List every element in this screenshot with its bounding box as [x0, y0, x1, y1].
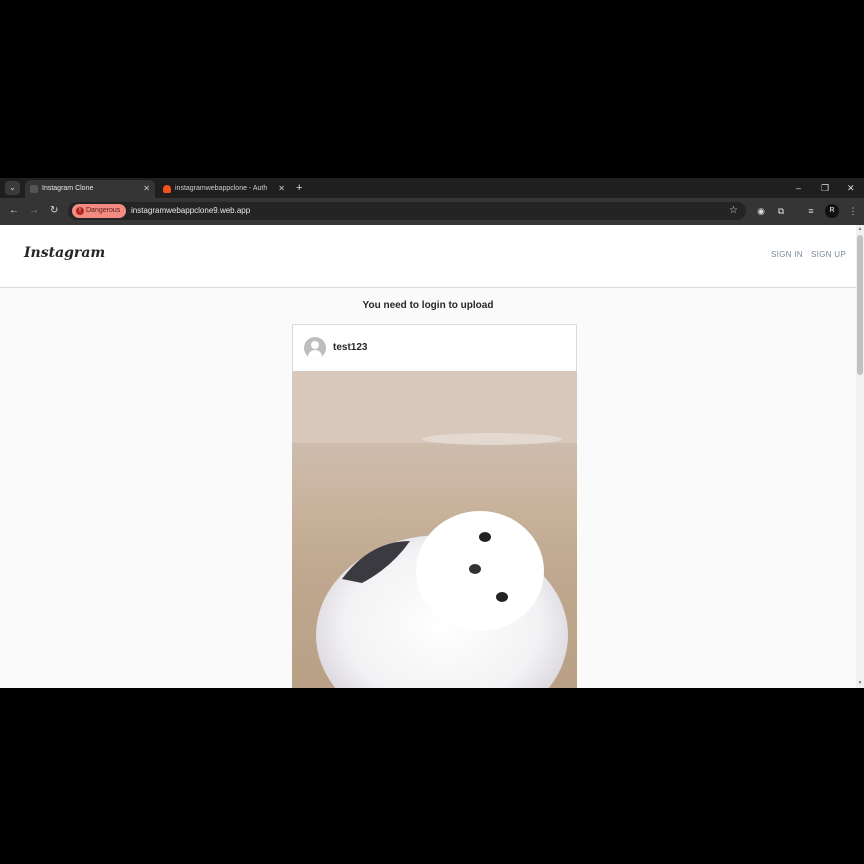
tab-label: instagramwebappclone - Authe — [175, 185, 267, 192]
browser-toolbar: ← → ↻ ! Dangerous instagramwebappclone9.… — [0, 198, 864, 225]
tab-strip: ⌄ Instagram Clone ✕ instagramwebappclone… — [0, 178, 864, 198]
bookmark-star-icon[interactable]: ☆ — [729, 202, 738, 220]
login-notice: You need to login to upload — [362, 300, 494, 311]
background-top — [292, 371, 577, 443]
back-button[interactable]: ← — [9, 203, 19, 219]
post-image — [292, 371, 577, 688]
tab-instagram-clone[interactable]: Instagram Clone ✕ — [25, 180, 155, 198]
bird-illustration — [292, 371, 577, 688]
new-tab-button[interactable]: + — [296, 180, 302, 196]
security-status-chip[interactable]: ! Dangerous — [72, 204, 126, 218]
post-header: test123 — [293, 325, 576, 371]
close-icon[interactable]: ✕ — [143, 180, 150, 198]
background-streak — [422, 433, 562, 445]
scrollbar-thumb[interactable] — [857, 235, 863, 375]
avatar[interactable] — [304, 337, 326, 359]
bird-eye — [479, 532, 491, 542]
sign-up-button[interactable]: SIGN UP — [811, 250, 846, 259]
scroll-down-icon[interactable]: ▼ — [857, 680, 863, 686]
app-header: Instagram SIGN IN SIGN UP — [0, 225, 856, 288]
screen: ⌄ Instagram Clone ✕ instagramwebappclone… — [0, 0, 864, 864]
warning-icon: ! — [76, 207, 84, 215]
browser-window: ⌄ Instagram Clone ✕ instagramwebappclone… — [0, 178, 864, 688]
bird-beak — [469, 564, 481, 574]
firebase-icon — [163, 185, 171, 193]
forward-button[interactable]: → — [29, 203, 39, 219]
extension-icon[interactable]: ◉ — [754, 204, 768, 218]
security-status-label: Dangerous — [86, 207, 121, 214]
minimize-button[interactable]: – — [796, 180, 801, 196]
url-text[interactable]: instagramwebappclone9.web.app — [131, 202, 250, 220]
restore-button[interactable]: ❐ — [821, 180, 829, 196]
tab-firebase-auth[interactable]: instagramwebappclone - Authe ✕ — [158, 180, 290, 198]
reload-button[interactable]: ↻ — [50, 203, 58, 219]
page-scrollbar[interactable]: ▲ ▼ — [856, 225, 864, 688]
address-bar[interactable]: ! Dangerous instagramwebappclone9.web.ap… — [68, 202, 746, 220]
bird-eye — [496, 592, 508, 602]
sign-in-button[interactable]: SIGN IN — [771, 250, 803, 259]
avatar-body-shape — [308, 350, 322, 359]
post-username[interactable]: test123 — [333, 342, 367, 353]
avatar-head-shape — [311, 341, 319, 349]
scroll-up-icon[interactable]: ▲ — [857, 226, 863, 232]
profile-avatar[interactable]: R — [825, 204, 839, 218]
post-card: test123 — [292, 324, 577, 688]
tab-search-icon[interactable]: ⌄ — [5, 181, 20, 195]
close-window-button[interactable]: ✕ — [847, 180, 855, 196]
extensions-puzzle-icon[interactable]: ⧉ — [774, 204, 788, 218]
instagram-logo[interactable]: Instagram — [24, 245, 105, 261]
web-page: Instagram SIGN IN SIGN UP You need to lo… — [0, 225, 856, 688]
menu-kebab-icon[interactable]: ⋮ — [846, 204, 860, 218]
page-favicon-icon — [30, 185, 38, 193]
tab-label: Instagram Clone — [42, 185, 94, 192]
media-controls-icon[interactable]: ≡ — [804, 204, 818, 218]
close-icon[interactable]: ✕ — [278, 180, 285, 198]
